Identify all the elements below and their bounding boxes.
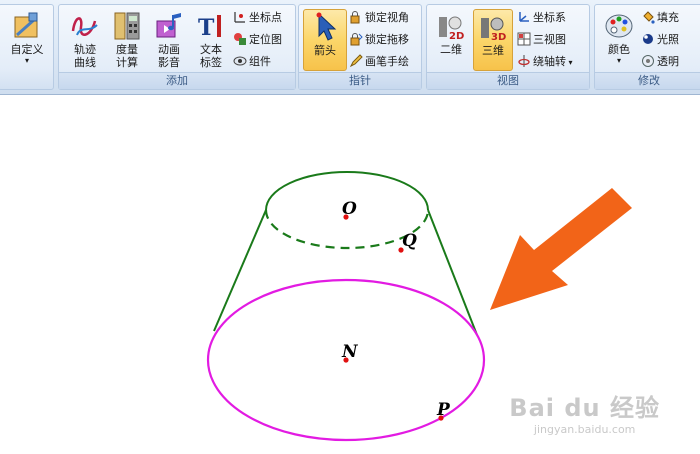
rotate-axis-icon (518, 55, 530, 67)
coord-point-button[interactable]: 坐标点 (233, 9, 282, 27)
color-button[interactable]: 颜色 ▾ (599, 9, 639, 71)
group-pointer-label: 指针 (299, 72, 421, 89)
ribbon-toolbar: 自定义 ▾ 轨迹 曲线 度量 计算 动画 影音 T 文本 标签 坐标点 定位图 … (0, 0, 700, 95)
lock-view-icon (350, 11, 360, 24)
2d-view-icon: 2D (439, 16, 464, 41)
fill-button[interactable]: 填充 (641, 9, 679, 27)
lock-view-button[interactable]: 锁定视角 (349, 9, 409, 27)
3d-view-label: 三维 (482, 44, 504, 57)
component-eye-icon (233, 56, 247, 66)
animation-button[interactable]: 动画 影音 (147, 9, 191, 71)
label-p: P (436, 400, 451, 420)
left-slant-edge[interactable] (213, 209, 267, 332)
3d-view-button[interactable]: 3D 三维 (473, 9, 513, 71)
lock-drag-icon (350, 33, 363, 46)
transparency-icon (642, 55, 654, 67)
text-label-button[interactable]: T 文本 标签 (189, 9, 233, 71)
measure-label: 度量 计算 (116, 43, 138, 69)
animation-label: 动画 影音 (158, 43, 180, 69)
light-label: 光照 (657, 33, 679, 46)
group-custom: 自定义 ▾ (0, 4, 54, 90)
watermark-main: Bai du 经验 (509, 394, 660, 422)
lock-drag-button[interactable]: 锁定拖移 (349, 31, 409, 49)
locate-shape-icon (234, 33, 246, 45)
custom-label: 自定义 (10, 43, 44, 56)
label-q: Q (402, 231, 417, 251)
group-modify: 颜色 ▾ 填充 光照 透明 修改 (594, 4, 700, 90)
annotation-arrow-icon (490, 188, 632, 310)
group-add-label: 添加 (59, 72, 295, 89)
transparent-button[interactable]: 透明 (641, 53, 679, 71)
axes-button[interactable]: 坐标系 (517, 9, 566, 27)
right-slant-edge[interactable] (427, 209, 478, 336)
arrow-pointer-label: 箭头 (314, 44, 336, 57)
cursor-arrow-icon (316, 12, 337, 41)
coord-point-label: 坐标点 (249, 11, 282, 24)
component-button[interactable]: 组件 (233, 53, 271, 71)
brush-label: 画笔手绘 (365, 55, 409, 68)
label-n: N (341, 342, 359, 362)
svg-text:T: T (198, 15, 215, 41)
group-view: 2D 二维 3D 三维 坐标系 三视图 绕轴转 ▾ 视图 (426, 4, 590, 90)
three-view-button[interactable]: 三视图 (517, 31, 566, 49)
custom-button[interactable]: 自定义 ▾ (5, 9, 49, 71)
light-button[interactable]: 光照 (641, 31, 679, 49)
group-add: 轨迹 曲线 度量 计算 动画 影音 T 文本 标签 坐标点 定位图 组件 添加 (58, 4, 296, 90)
music-video-icon (156, 13, 181, 38)
measure-button[interactable]: 度量 计算 (105, 9, 149, 71)
calculator-icon (114, 12, 140, 40)
lock-view-label: 锁定视角 (365, 11, 409, 24)
watermark-sub: jingyan.baidu.com (533, 423, 636, 436)
fill-label: 填充 (657, 11, 679, 24)
chevron-down-icon: ▾ (566, 58, 573, 67)
group-modify-label: 修改 (595, 72, 700, 89)
color-label: 颜色 (608, 43, 630, 56)
brush-button[interactable]: 画笔手绘 (349, 53, 409, 71)
paint-bucket-icon (643, 11, 655, 24)
rotate-axis-label: 绕轴转 (533, 55, 566, 68)
3d-view-icon: 3D (481, 17, 506, 42)
palette-icon (605, 14, 633, 38)
group-view-label: 视图 (427, 72, 589, 89)
trace-curve-icon (71, 17, 98, 36)
three-view-label: 三视图 (533, 33, 566, 46)
chevron-down-icon: ▾ (616, 56, 621, 65)
watermark: Bai du 经验 jingyan.baidu.com (509, 388, 660, 436)
pencil-icon (349, 54, 363, 68)
locate-button[interactable]: 定位图 (233, 31, 282, 49)
rotate-axis-button[interactable]: 绕轴转 ▾ (517, 53, 573, 71)
three-view-icon (517, 32, 531, 46)
label-o: O (342, 199, 357, 219)
text-tool-icon: T (198, 15, 221, 41)
2d-view-button[interactable]: 2D 二维 (431, 9, 471, 71)
ruler-triangle-icon (14, 12, 38, 38)
axes-icon (519, 12, 529, 22)
chevron-down-icon: ▾ (24, 56, 29, 65)
trace-curve-label: 轨迹 曲线 (74, 43, 96, 69)
transparent-label: 透明 (657, 55, 679, 68)
lighting-icon (643, 34, 653, 44)
axes-label: 坐标系 (533, 11, 566, 24)
svg-text:2D: 2D (449, 31, 464, 41)
trace-curve-button[interactable]: 轨迹 曲线 (63, 9, 107, 71)
coordinate-point-icon (234, 12, 245, 23)
component-label: 组件 (249, 55, 271, 68)
text-label-label: 文本 标签 (200, 43, 222, 69)
svg-text:3D: 3D (491, 32, 506, 42)
locate-label: 定位图 (249, 33, 282, 46)
arrow-pointer-button[interactable]: 箭头 (303, 9, 347, 71)
lock-drag-label: 锁定拖移 (365, 33, 409, 46)
group-pointer: 箭头 锁定视角 锁定拖移 画笔手绘 指针 (298, 4, 422, 90)
2d-view-label: 二维 (440, 43, 462, 56)
